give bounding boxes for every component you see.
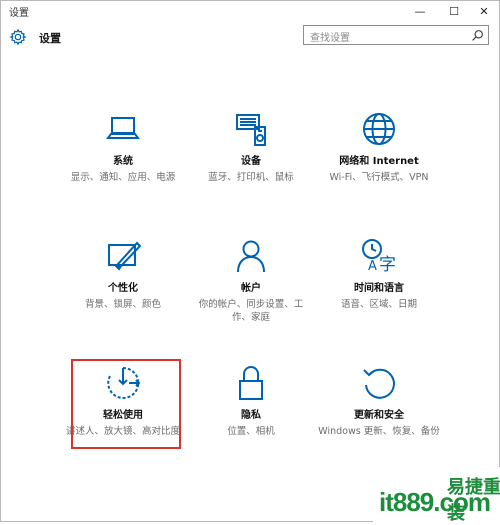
- tile-personalization[interactable]: 个性化 背景、锁屏、颜色: [58, 236, 188, 311]
- search-placeholder: 查找设置: [310, 33, 350, 44]
- tile-description: 位置、相机: [227, 426, 275, 437]
- window-title: 设置: [9, 8, 29, 19]
- devices-icon: [236, 114, 266, 146]
- tile-description: Windows 更新、恢复、备份: [318, 426, 440, 437]
- clock-language-icon: 字 A: [362, 239, 396, 275]
- tile-label: 系统: [113, 156, 133, 167]
- tile-description: 蓝牙、打印机、鼠标: [208, 172, 294, 183]
- tile-network[interactable]: 网络和 Internet Wi-Fi、飞行模式、VPN: [314, 109, 444, 184]
- tile-description: Wi-Fi、飞行模式、VPN: [329, 172, 429, 183]
- watermark-logo: it889.com 易捷重装: [373, 467, 500, 524]
- tile-description: 显示、通知、应用、电源: [70, 172, 176, 183]
- tile-description: 语音、区域、日期: [340, 299, 417, 310]
- tile-accounts[interactable]: 帐户 你的帐户、同步设置、工作、家庭: [186, 236, 316, 324]
- tile-label: 帐户: [241, 283, 261, 294]
- settings-window: 设置 — ☐ ✕ 设置 查找设置 系统 显示、通知、应用、电源 设备 蓝牙、打印…: [0, 0, 500, 524]
- tile-label: 设备: [241, 156, 261, 167]
- lock-icon: [239, 366, 263, 400]
- person-icon: [237, 240, 265, 273]
- tile-privacy[interactable]: 隐私 位置、相机: [186, 363, 316, 438]
- tile-time-language[interactable]: 字 A 时间和语言 语音、区域、日期: [314, 236, 444, 311]
- maximize-button[interactable]: ☐: [439, 1, 469, 21]
- laptop-icon: [106, 117, 140, 139]
- tile-label: 更新和安全: [354, 410, 404, 421]
- page-title: 设置: [39, 32, 61, 45]
- watermark-cn: 易捷重装: [447, 477, 500, 524]
- gear-icon: [9, 28, 27, 46]
- tile-label: 个性化: [108, 283, 138, 294]
- brush-icon: [108, 241, 142, 271]
- search-input[interactable]: 查找设置: [303, 25, 489, 45]
- tile-update-security[interactable]: 更新和安全 Windows 更新、恢复、备份: [314, 363, 444, 438]
- tile-label: 网络和 Internet: [339, 156, 419, 167]
- tile-description: 你的帐户、同步设置、工作、家庭: [198, 299, 304, 323]
- tile-system[interactable]: 系统 显示、通知、应用、电源: [58, 109, 188, 184]
- tile-label: 时间和语言: [354, 283, 404, 294]
- title-bar[interactable]: 设置 — ☐ ✕: [1, 1, 499, 21]
- search-icon[interactable]: [471, 29, 484, 42]
- svg-text:字: 字: [379, 255, 396, 275]
- close-button[interactable]: ✕: [469, 1, 499, 21]
- highlight-box: [71, 359, 181, 449]
- minimize-button[interactable]: —: [405, 1, 435, 21]
- globe-icon: [363, 113, 395, 145]
- settings-header: 设置 查找设置: [1, 23, 499, 51]
- refresh-icon: [363, 368, 395, 399]
- tile-description: 背景、锁屏、颜色: [84, 299, 161, 310]
- tile-label: 隐私: [241, 410, 261, 421]
- tile-devices[interactable]: 设备 蓝牙、打印机、鼠标: [186, 109, 316, 184]
- svg-text:A: A: [368, 259, 377, 274]
